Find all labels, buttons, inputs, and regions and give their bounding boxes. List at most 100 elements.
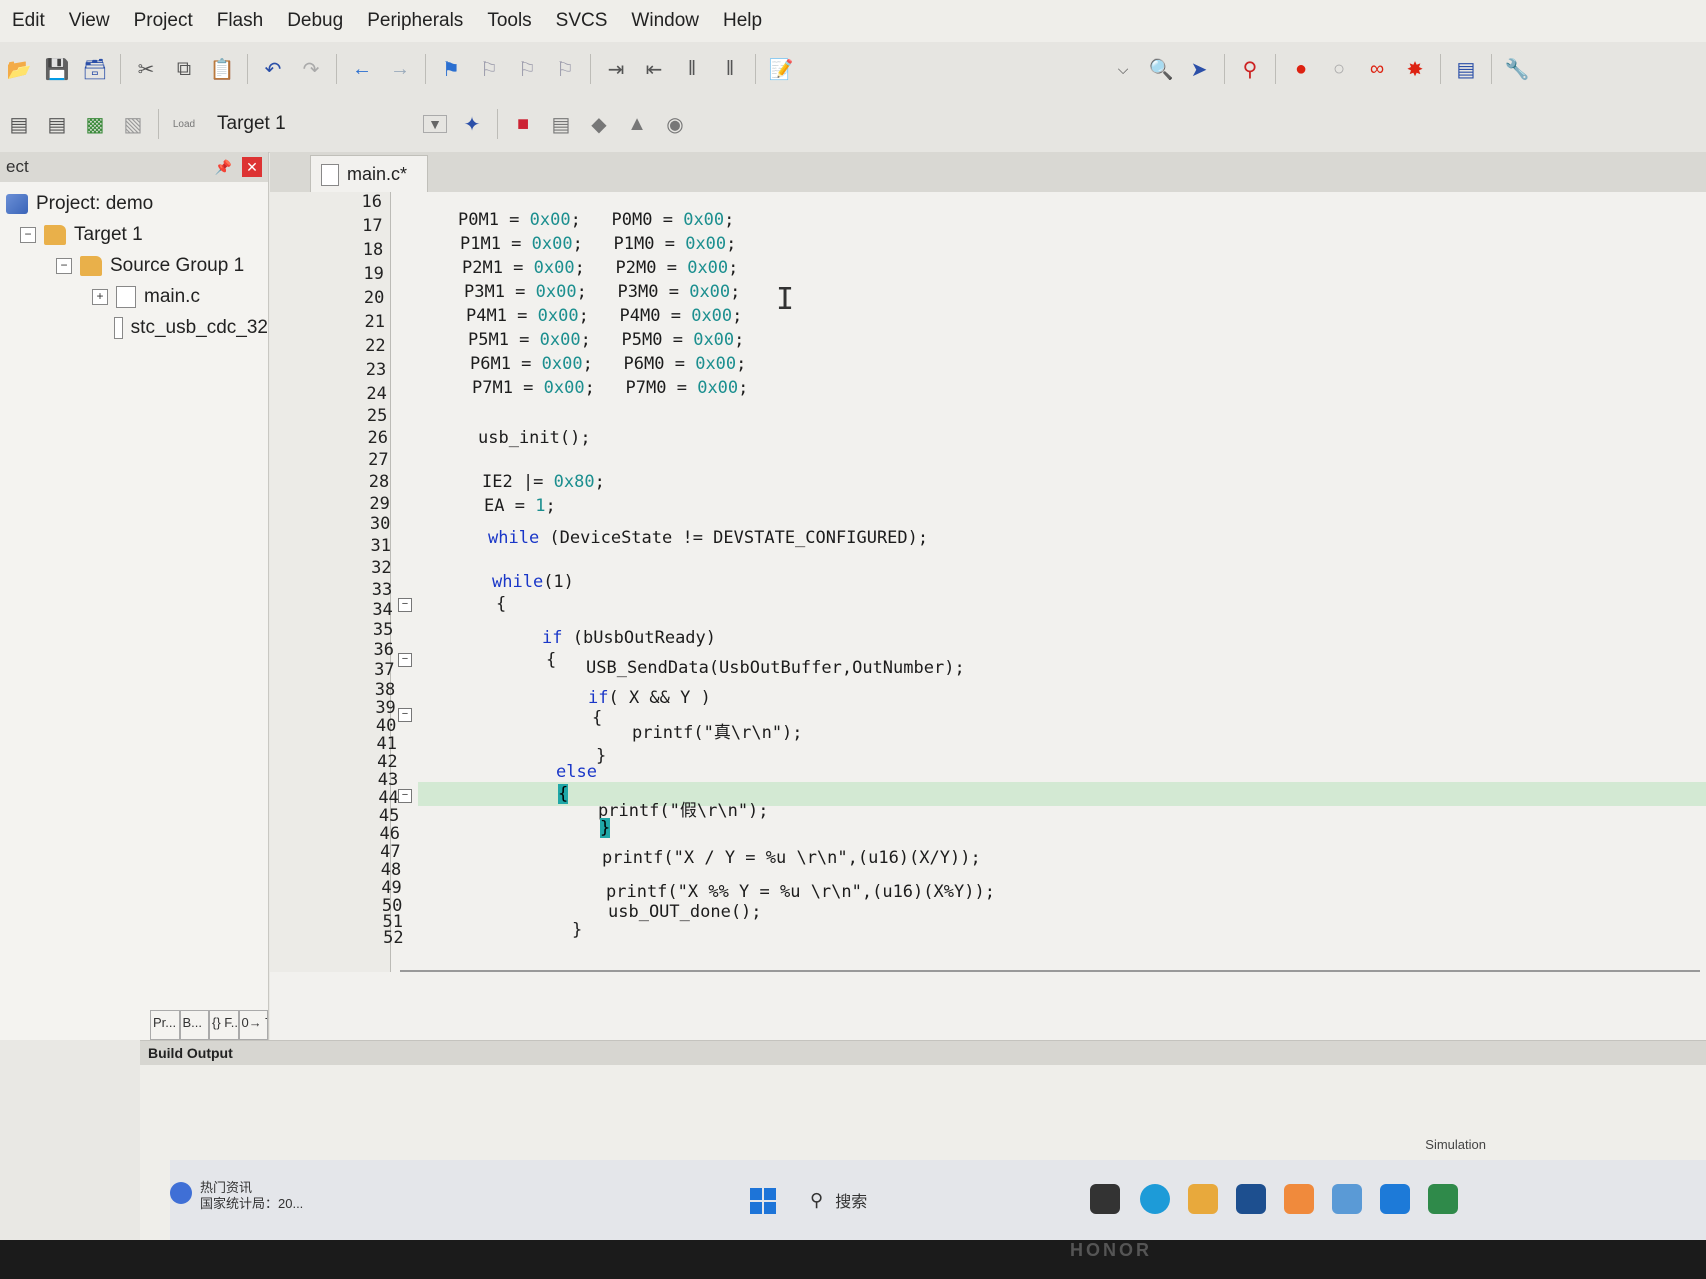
paste-icon[interactable]: 📋 xyxy=(207,54,237,84)
tree-item-main-c[interactable]: + main.c xyxy=(0,281,268,312)
menu-edit[interactable]: Edit xyxy=(0,0,57,42)
news-widget[interactable]: 热门资讯 国家统计局：20... xyxy=(200,1180,303,1212)
code-line-34: { xyxy=(496,594,507,614)
nav-back-icon[interactable]: ← xyxy=(347,54,377,84)
windows-start-icon[interactable] xyxy=(750,1188,776,1214)
menu-peripherals[interactable]: Peripherals xyxy=(355,0,475,42)
file-extensions-icon[interactable]: ■ xyxy=(508,109,538,139)
menu-project[interactable]: Project xyxy=(122,0,205,42)
close-icon[interactable]: ✕ xyxy=(242,157,262,177)
target-folder-icon xyxy=(44,224,66,245)
bookmark-icon[interactable]: ⚑ xyxy=(436,54,466,84)
menu-flash[interactable]: Flash xyxy=(205,0,275,42)
fold-toggle-icon[interactable]: − xyxy=(398,789,412,803)
code-editor[interactable]: 16 17 18 19 20 21 22 23 24 25 26 27 28 29 30 31 32 33 34 35… xyxy=(270,192,1706,1040)
tab-project[interactable]: Pr... xyxy=(150,1010,180,1040)
code-line-23: P6M1 = 0x00; P6M0 = 0x00; xyxy=(470,354,747,374)
text-cursor-icon: I xyxy=(776,282,795,317)
code-line-20: P3M1 = 0x00; P3M0 = 0x00; xyxy=(464,282,741,302)
fold-toggle-icon[interactable]: − xyxy=(398,598,412,612)
collapse-icon[interactable]: − xyxy=(20,226,36,243)
panel-tab-bar: Pr... B... {} F... 0→ Te... xyxy=(150,1010,268,1040)
menu-debug[interactable]: Debug xyxy=(275,0,355,42)
code-line-17: P0M1 = 0x00; P0M0 = 0x00; xyxy=(458,210,735,230)
unindent-icon[interactable]: ⇤ xyxy=(639,54,669,84)
comment-icon[interactable]: ‖ xyxy=(677,54,707,84)
tab-books[interactable]: B... xyxy=(179,1010,209,1040)
breakpoint-icon[interactable]: ● xyxy=(1286,54,1316,84)
store-icon[interactable] xyxy=(1236,1184,1266,1214)
tab-main-c[interactable]: main.c* xyxy=(310,155,429,192)
code-line-52: } xyxy=(572,920,583,940)
menu-svcs[interactable]: SVCS xyxy=(544,0,620,42)
copy-icon[interactable]: ⧉ xyxy=(169,54,199,84)
configure-icon[interactable]: 🔧 xyxy=(1502,54,1532,84)
rebuild-icon[interactable]: ▩ xyxy=(80,109,110,139)
uncomment-icon[interactable]: ‖ xyxy=(715,54,745,84)
build-output-title: Build Output xyxy=(140,1041,1706,1065)
search-label: 搜索 xyxy=(835,1194,868,1211)
nav-forward-icon[interactable]: → xyxy=(385,54,415,84)
news-widget-icon[interactable] xyxy=(170,1182,192,1204)
build-toolbar: ▤ ▤ ▩ ▧ Load Target 1 ▼ ✦ ■ ▤ ◆ ▲ ◉ xyxy=(0,96,1706,153)
tab-templates[interactable]: 0→ Te... xyxy=(238,1010,268,1040)
edge-icon[interactable] xyxy=(1140,1184,1170,1214)
load-button[interactable]: Load xyxy=(169,109,199,139)
expand-icon[interactable]: + xyxy=(92,288,108,305)
undo-icon[interactable]: ↶ xyxy=(258,54,288,84)
tab-functions[interactable]: {} F... xyxy=(209,1010,239,1040)
open-folder-icon[interactable]: 📂 xyxy=(4,54,34,84)
translate-icon[interactable]: ▤ xyxy=(4,109,34,139)
code-line-38: USB_SendData(UsbOutBuffer,OutNumber); xyxy=(586,658,965,678)
tree-item-stc-usb[interactable]: stc_usb_cdc_32 xyxy=(0,312,268,343)
tree-item-target[interactable]: − Target 1 xyxy=(0,219,268,250)
file-explorer-icon[interactable] xyxy=(1188,1184,1218,1214)
line-number: 23 xyxy=(365,360,387,380)
line-number: 20 xyxy=(363,288,385,308)
mail-icon[interactable] xyxy=(1380,1184,1410,1214)
tab-label: main.c* xyxy=(347,163,408,184)
collapse-icon[interactable]: − xyxy=(56,257,72,274)
tree-item-project[interactable]: Project: demo xyxy=(0,188,268,219)
incremental-find-icon[interactable]: ➤ xyxy=(1184,54,1214,84)
save-icon[interactable]: 💾 xyxy=(42,54,72,84)
app-display-icon[interactable] xyxy=(1332,1184,1362,1214)
bookmark-next-icon[interactable]: ⚐ xyxy=(512,54,542,84)
menu-window[interactable]: Window xyxy=(619,0,711,42)
save-all-icon[interactable]: 🗃 xyxy=(80,54,110,84)
target-select[interactable]: Target 1 ▼ xyxy=(211,108,453,140)
batch-build-icon[interactable]: ▧ xyxy=(118,109,148,139)
pack-installer-icon[interactable]: ▲ xyxy=(622,109,652,139)
taskbar-search[interactable]: ⚲ 搜索 xyxy=(802,1184,1042,1216)
breakpoint-disable-all-icon[interactable]: ∞ xyxy=(1362,54,1392,84)
window-layout-icon[interactable]: ▤ xyxy=(1451,54,1481,84)
select-pack-icon[interactable]: ◆ xyxy=(584,109,614,139)
bookmark-prev-icon[interactable]: ⚐ xyxy=(474,54,504,84)
redo-icon[interactable]: ↷ xyxy=(296,54,326,84)
find-in-files-icon[interactable]: 📝 xyxy=(766,54,796,84)
indent-icon[interactable]: ⇥ xyxy=(601,54,631,84)
fold-toggle-icon[interactable]: − xyxy=(398,653,412,667)
menu-view[interactable]: View xyxy=(57,0,122,42)
tree-item-source-group[interactable]: − Source Group 1 xyxy=(0,250,268,281)
keil-uvision-icon[interactable] xyxy=(1428,1184,1458,1214)
breakpoint-disable-icon[interactable]: ○ xyxy=(1324,54,1354,84)
run-time-env-icon[interactable]: ◉ xyxy=(660,109,690,139)
code-line-28: IE2 |= 0x80; xyxy=(482,472,605,492)
bookmark-clear-icon[interactable]: ⚐ xyxy=(550,54,580,84)
breakpoint-kill-all-icon[interactable]: ✸ xyxy=(1400,54,1430,84)
menu-help[interactable]: Help xyxy=(711,0,774,42)
cut-icon[interactable]: ✂ xyxy=(131,54,161,84)
menu-tools[interactable]: Tools xyxy=(475,0,543,42)
find-icon[interactable]: 🔍 xyxy=(1146,54,1176,84)
task-view-icon[interactable] xyxy=(1090,1184,1120,1214)
debug-session-icon[interactable]: ⚲ xyxy=(1235,54,1265,84)
fold-toggle-icon[interactable]: − xyxy=(398,708,412,722)
manage-components-icon[interactable]: ▤ xyxy=(546,109,576,139)
app-orange-icon[interactable] xyxy=(1284,1184,1314,1214)
dropdown-icon[interactable]: ⌵ xyxy=(1108,54,1138,84)
pin-icon[interactable]: 📌 xyxy=(215,159,232,176)
target-options-icon[interactable]: ✦ xyxy=(457,109,487,139)
build-icon[interactable]: ▤ xyxy=(42,109,72,139)
horizontal-scrollbar[interactable] xyxy=(400,962,1700,972)
